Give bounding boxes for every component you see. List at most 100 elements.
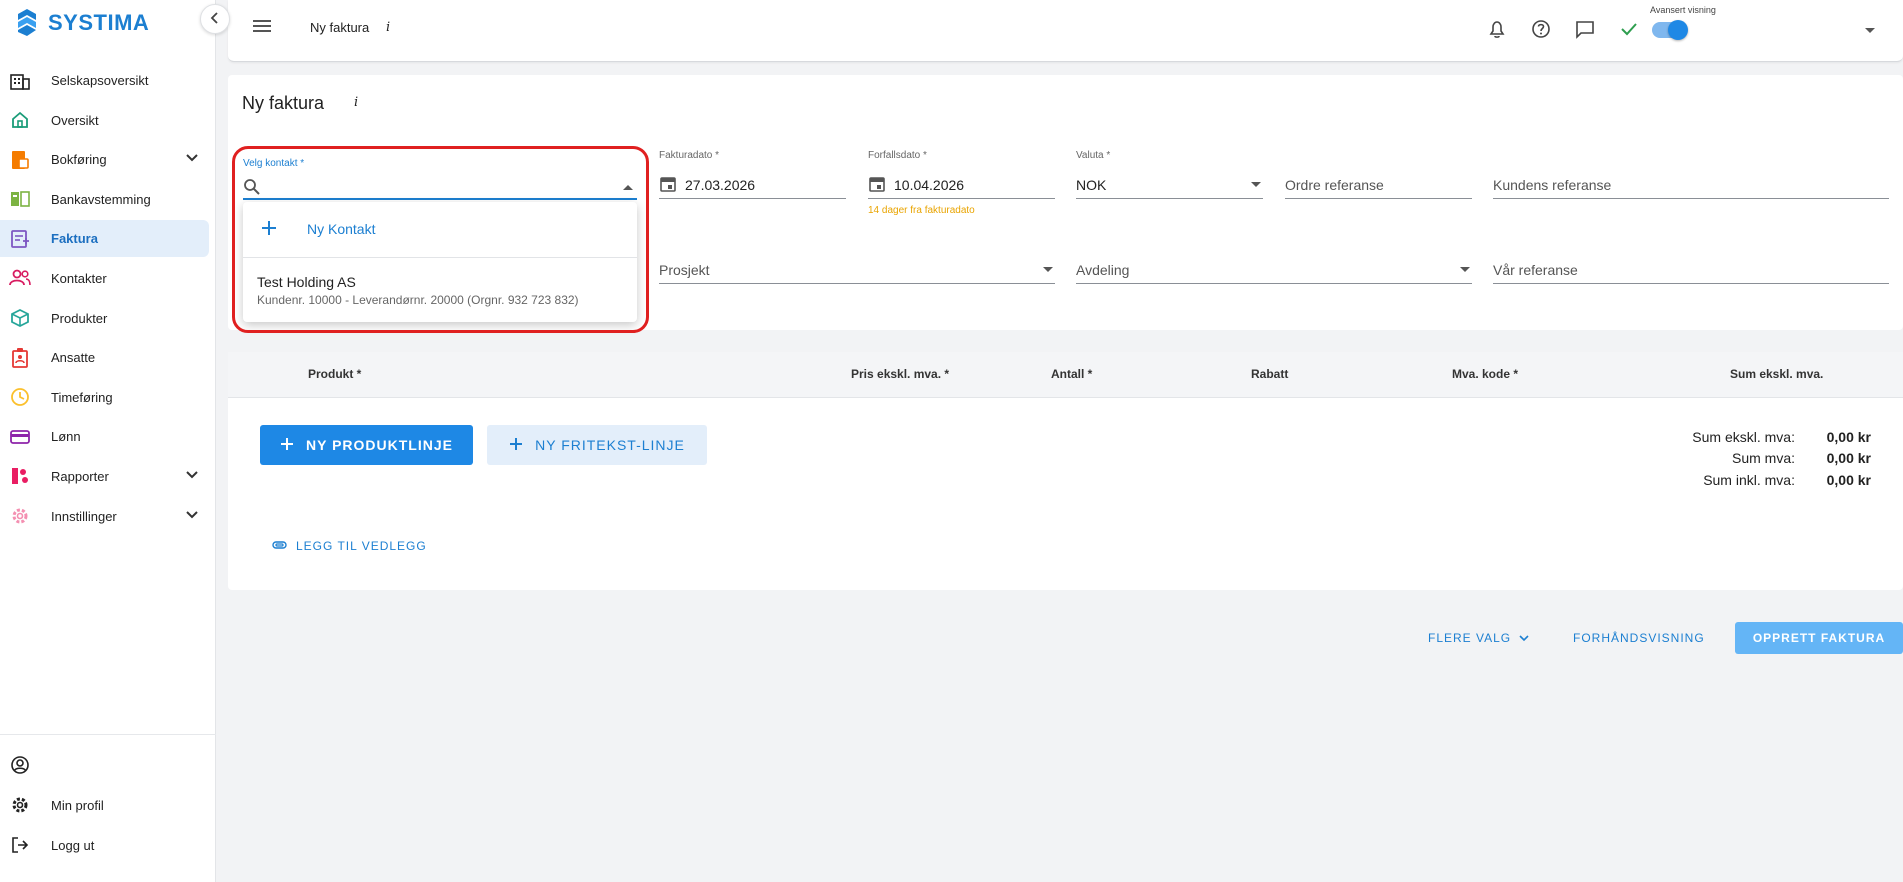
logout-icon	[8, 833, 32, 857]
add-freetext-line-label: NY FRITEKST-LINJE	[535, 437, 685, 453]
logout-link[interactable]: Logg ut	[0, 825, 216, 865]
sidebar-item-timeforing[interactable]: Timeføring	[0, 379, 209, 416]
sidebar-item-innstillinger[interactable]: Innstillinger	[0, 498, 209, 535]
sidebar-item-kontakter[interactable]: Kontakter	[0, 260, 209, 297]
contacts-icon	[8, 266, 32, 290]
sidebar-bottom: Min profil Logg ut	[0, 734, 216, 865]
department-select[interactable]: Avdeling	[1076, 256, 1472, 284]
plus-icon	[280, 437, 294, 454]
currency-value: NOK	[1076, 177, 1107, 193]
more-options-button[interactable]: FLERE VALG	[1428, 622, 1529, 654]
bell-icon[interactable]	[1484, 16, 1510, 42]
currency-label: Valuta *	[1076, 150, 1111, 161]
logo[interactable]: SYSTIMA	[14, 8, 149, 38]
customer-reference-field[interactable]: Kundens referanse	[1493, 171, 1889, 199]
systima-logo-icon	[18, 9, 36, 36]
sidebar-item-label: Rapporter	[51, 468, 109, 484]
invoice-date-field[interactable]: Fakturadato * 27.03.2026	[659, 150, 846, 199]
totals: Sum ekskl. mva: 0,00 kr Sum mva: 0,00 kr S…	[1692, 426, 1871, 491]
page-breadcrumb-title: Ny faktura	[310, 20, 370, 35]
caret-down-icon[interactable]	[1864, 22, 1876, 38]
invoice-date-label: Fakturadato *	[659, 150, 720, 161]
invoice-date-value: 27.03.2026	[685, 177, 756, 193]
help-icon[interactable]	[1528, 16, 1554, 42]
reports-icon	[8, 464, 32, 488]
chevron-down-icon	[1519, 631, 1529, 645]
collapse-sidebar-button[interactable]	[200, 4, 230, 34]
employees-icon	[8, 346, 32, 370]
our-reference-field[interactable]: Vår referanse	[1493, 256, 1889, 284]
preview-button[interactable]: FORHÅNDSVISNING	[1573, 622, 1705, 654]
chevron-down-icon[interactable]	[185, 151, 199, 166]
chevron-down-icon[interactable]	[185, 508, 199, 523]
sidebar-item-oversikt[interactable]: Oversikt	[0, 102, 209, 139]
advanced-view-toggle[interactable]	[1652, 20, 1688, 40]
add-attachment-button[interactable]: LEGG TIL VEDLEGG	[272, 539, 427, 553]
sidebar-item-bokforing[interactable]: Bokføring	[0, 141, 209, 178]
project-select[interactable]: Prosjekt	[659, 256, 1055, 284]
contact-option-details: Kundenr. 10000 - Leverandørnr. 20000 (Or…	[257, 293, 579, 307]
page-title: Ny faktura	[242, 93, 325, 113]
gear-icon	[8, 793, 32, 817]
calendar-icon[interactable]	[868, 175, 886, 196]
add-freetext-line-button[interactable]: NY FRITEKST-LINJE	[487, 425, 707, 465]
plus-icon	[260, 219, 278, 240]
info-icon[interactable]: i	[354, 95, 358, 110]
product-lines-card: Produkt * Pris ekskl. mva. * Antall * Ra…	[228, 352, 1903, 590]
check-icon[interactable]	[1616, 16, 1642, 42]
new-contact-label: Ny Kontakt	[307, 221, 376, 237]
min-profil-label: Min profil	[51, 797, 104, 813]
sidebar-item-label: Bokføring	[51, 152, 107, 168]
add-product-line-label: NY PRODUKTLINJE	[306, 437, 453, 453]
due-date-field[interactable]: Forfallsdato * 10.04.2026	[868, 150, 1055, 199]
calendar-icon[interactable]	[659, 175, 677, 196]
currency-select[interactable]: Valuta * NOK	[1076, 150, 1263, 199]
project-placeholder: Prosjekt	[659, 262, 710, 278]
sidebar-item-label: Oversikt	[51, 112, 99, 128]
due-date-hint: 14 dager fra fakturadato	[868, 205, 975, 216]
total-label: Sum ekskl. mva:	[1692, 428, 1795, 445]
sidebar-item-selskapsoversikt[interactable]: Selskapsoversikt	[0, 62, 209, 99]
sidebar-item-label: Selskapsoversikt	[51, 73, 149, 88]
sidebar-item-label: Produkter	[51, 310, 108, 326]
customer-reference-placeholder: Kundens referanse	[1493, 177, 1612, 193]
payroll-icon	[8, 425, 32, 449]
user-account[interactable]	[0, 745, 216, 785]
settings-icon	[8, 504, 32, 528]
sidebar-item-bankavstemming[interactable]: Bankavstemming	[0, 181, 209, 218]
min-profil-link[interactable]: Min profil	[0, 785, 216, 825]
caret-up-icon[interactable]	[623, 185, 633, 190]
bank-reconciliation-icon	[8, 187, 32, 211]
add-product-line-button[interactable]: NY PRODUKTLINJE	[260, 425, 473, 465]
due-date-value: 10.04.2026	[894, 177, 965, 193]
sidebar-item-produkter[interactable]: Produkter	[0, 300, 209, 337]
chevron-left-icon	[210, 11, 220, 27]
contact-option[interactable]: Test Holding AS Kundenr. 10000 - Leveran…	[257, 274, 579, 307]
invoice-icon	[8, 227, 32, 251]
sidebar-item-label: Innstillinger	[51, 508, 117, 524]
new-contact-option[interactable]: Ny Kontakt	[243, 202, 637, 258]
advanced-view-label: Avansert visning	[1650, 5, 1716, 15]
info-icon[interactable]: i	[386, 20, 390, 35]
order-reference-placeholder: Ordre referanse	[1285, 177, 1384, 193]
clock-icon	[8, 385, 32, 409]
chat-icon[interactable]	[1572, 16, 1598, 42]
due-date-label: Forfallsdato *	[868, 150, 927, 161]
sidebar-item-lonn[interactable]: Lønn	[0, 418, 209, 455]
chevron-down-icon[interactable]	[185, 468, 199, 483]
sidebar-item-label: Faktura	[51, 231, 98, 247]
order-reference-field[interactable]: Ordre referanse	[1285, 171, 1472, 199]
caret-down-icon	[1460, 267, 1470, 272]
account-circle-icon	[8, 753, 32, 777]
sidebar-item-label: Lønn	[51, 429, 81, 445]
sidebar-nav: Selskapsoversikt Oversikt Bokføring Bank…	[0, 62, 216, 537]
sidebar-item-ansatte[interactable]: Ansatte	[0, 339, 209, 376]
column-header: Pris ekskl. mva. *	[851, 367, 950, 381]
total-row-excl: Sum ekskl. mva: 0,00 kr	[1692, 426, 1871, 448]
contact-search-input[interactable]	[243, 178, 637, 200]
sidebar-item-faktura[interactable]: Faktura	[0, 220, 209, 258]
sidebar-item-rapporter[interactable]: Rapporter	[0, 458, 209, 495]
create-invoice-button[interactable]: OPPRETT FAKTURA	[1735, 622, 1903, 654]
column-header: Antall *	[1051, 367, 1093, 381]
menu-icon[interactable]	[252, 18, 272, 37]
